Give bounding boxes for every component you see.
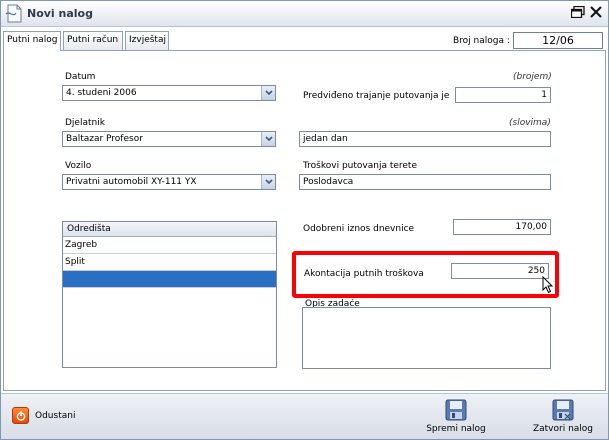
djelatnik-select[interactable]: Baltazar Profesor <box>62 131 276 147</box>
odredista-header: Odredišta <box>63 222 276 237</box>
highlight-box <box>292 251 559 298</box>
cancel-icon[interactable] <box>12 407 29 424</box>
slovima-input[interactable]: jedan dan <box>299 131 551 147</box>
list-item[interactable]: Split <box>63 254 276 271</box>
close-icon[interactable] <box>590 6 602 21</box>
trajanje-input[interactable]: 1 <box>455 87 551 103</box>
tab-putni-nalog[interactable]: Putni nalog <box>3 31 61 51</box>
tab-putni-racun[interactable]: Putni račun <box>63 31 123 50</box>
vozilo-value: Privatni automobil XY-111 YX <box>66 177 197 187</box>
troskovi-label: Troškovi putovanja terete <box>303 161 418 171</box>
broj-naloga-field: 12/06 <box>513 32 603 49</box>
maximize-icon[interactable] <box>570 5 585 21</box>
troskovi-input[interactable]: Poslodavca <box>299 174 551 190</box>
datum-label: Datum <box>65 72 96 82</box>
chevron-down-icon[interactable] <box>261 132 275 146</box>
list-item-selected[interactable] <box>63 271 276 288</box>
window: Novi nalog Putni nalog Putni račun Izvje… <box>0 0 609 440</box>
window-title: Novi nalog <box>27 7 93 20</box>
djelatnik-value: Baltazar Profesor <box>66 134 143 144</box>
title-bar: Novi nalog <box>1 1 608 27</box>
cancel-button[interactable]: Odustani <box>35 411 75 421</box>
broj-naloga-label: Broj naloga : <box>453 36 510 46</box>
datum-value: 4. studeni 2006 <box>66 88 137 98</box>
trajanje-label: Predviđeno trajanje putovanja je <box>303 91 450 101</box>
dnevnice-input[interactable]: 170,00 <box>453 219 551 235</box>
odredista-list[interactable]: Odredišta Zagreb Split <box>62 221 277 368</box>
opis-textarea[interactable] <box>302 307 551 369</box>
bottom-toolbar <box>1 393 608 439</box>
mouse-cursor-icon <box>542 275 554 297</box>
tab-izvjestaj[interactable]: Izvještaj <box>125 31 169 50</box>
slovima-hint: (slovima) <box>509 118 551 128</box>
close-order-label: Zatvori nalog <box>532 424 594 434</box>
save-close-icon <box>551 398 575 422</box>
save-icon <box>444 398 468 422</box>
brojem-hint: (brojem) <box>513 72 552 82</box>
save-label: Spremi nalog <box>426 424 486 434</box>
vozilo-select[interactable]: Privatni automobil XY-111 YX <box>62 174 276 190</box>
chevron-down-icon[interactable] <box>261 86 275 100</box>
list-item[interactable]: Zagreb <box>63 237 276 254</box>
document-icon <box>5 4 23 26</box>
vozilo-label: Vozilo <box>65 161 92 171</box>
chevron-down-icon[interactable] <box>261 175 275 189</box>
dnevnice-label: Odobreni iznos dnevnice <box>303 224 415 234</box>
save-button[interactable]: Spremi nalog <box>416 398 496 434</box>
djelatnik-label: Djelatnik <box>65 118 105 128</box>
datum-select[interactable]: 4. studeni 2006 <box>62 85 276 101</box>
close-order-button[interactable]: Zatvori nalog <box>523 398 603 434</box>
